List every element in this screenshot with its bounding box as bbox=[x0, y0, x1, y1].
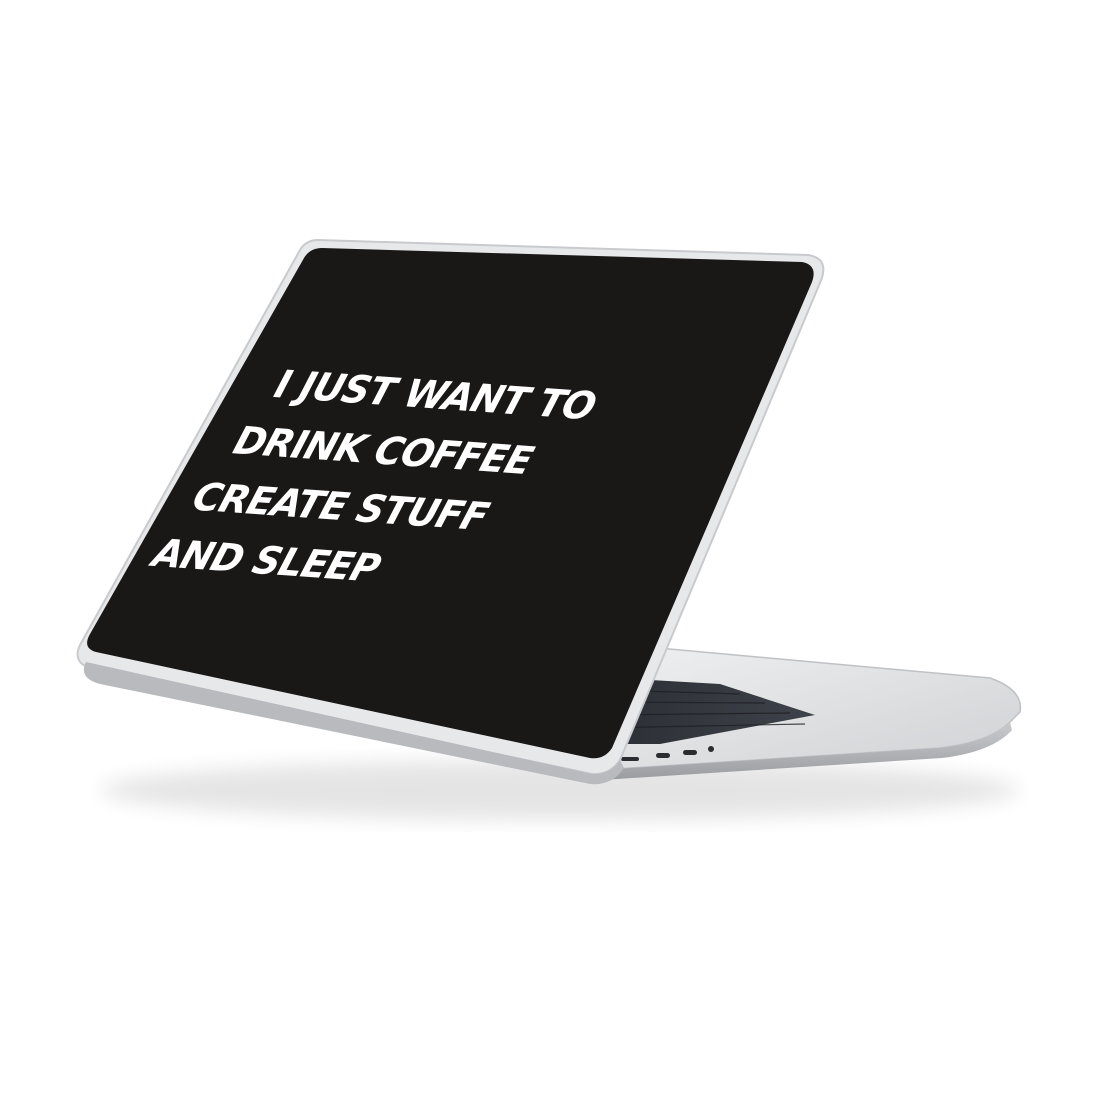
usb-c-port bbox=[683, 750, 697, 755]
headphone-jack bbox=[708, 746, 714, 752]
product-photo: I JUST WANT TO DRINK COFFEE CREATE STUFF… bbox=[0, 0, 1100, 1100]
sd-slot bbox=[621, 757, 639, 761]
laptop-illustration: I JUST WANT TO DRINK COFFEE CREATE STUFF… bbox=[76, 238, 1022, 820]
usb-c-port bbox=[656, 753, 670, 758]
